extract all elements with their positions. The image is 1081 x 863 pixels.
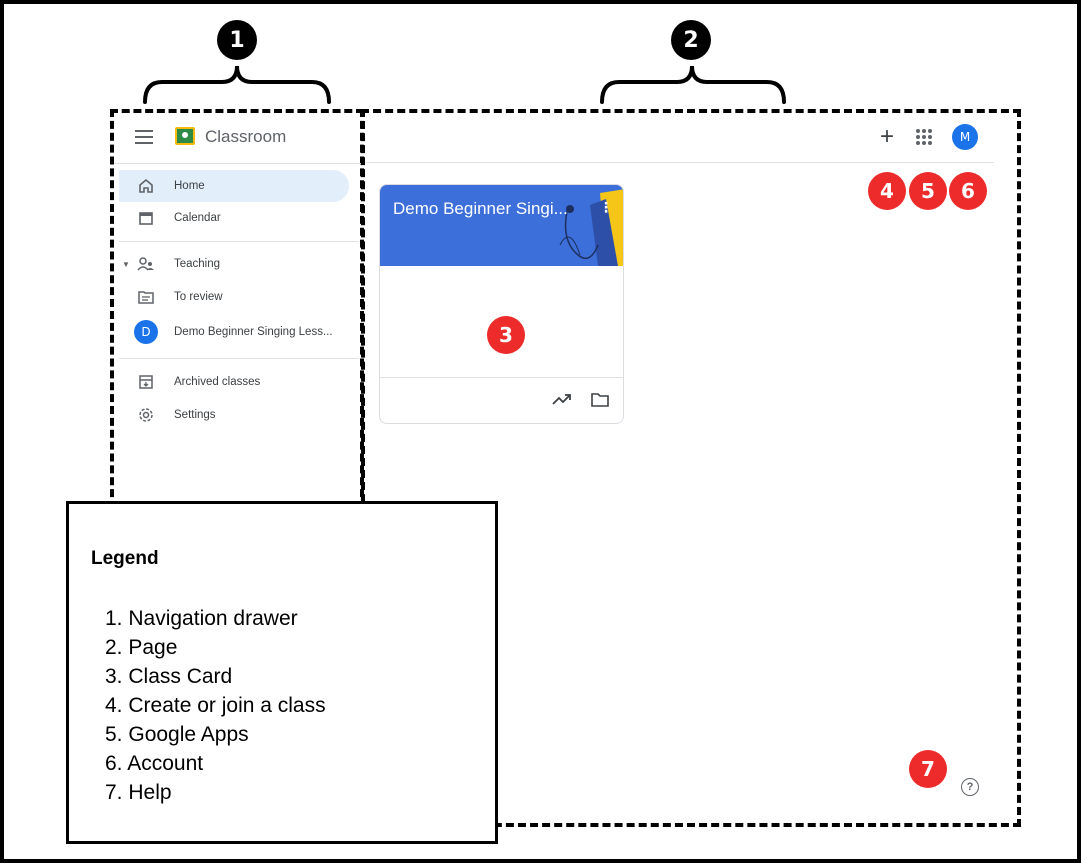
legend-box: Legend 1. Navigation drawer 2. Page 3. C…: [66, 501, 498, 844]
google-apps-icon[interactable]: [916, 129, 932, 145]
account-avatar[interactable]: M: [952, 124, 978, 150]
card-title[interactable]: Demo Beginner Singi...: [393, 199, 573, 219]
legend-item: 6. Account: [105, 752, 204, 775]
legend-title: Legend: [91, 548, 159, 569]
nav-item-class[interactable]: D Demo Beginner Singing Less...: [119, 316, 349, 348]
card-footer-divider: [380, 377, 623, 378]
card-header[interactable]: Demo Beginner Singi... ⋮: [380, 185, 623, 266]
nav-item-home[interactable]: Home: [119, 170, 349, 202]
nav-item-archived[interactable]: Archived classes: [119, 366, 349, 398]
legend-item: 5. Google Apps: [105, 723, 249, 746]
trending-icon[interactable]: [552, 392, 572, 406]
card-illustration: [559, 189, 623, 266]
caret-down-icon[interactable]: ▼: [122, 260, 130, 269]
badge-3: 3: [487, 316, 525, 354]
archive-icon: [137, 373, 155, 391]
menu-icon[interactable]: [135, 130, 153, 144]
badge-2: 2: [671, 20, 711, 60]
badge-6: 6: [949, 172, 987, 210]
drawer-divider: [119, 241, 359, 242]
legend-item: 3. Class Card: [105, 665, 233, 688]
card-more-icon[interactable]: ⋮: [599, 199, 613, 216]
diagram-frame: 1 2 Classroom Home Calendar ▼ Teaching T…: [0, 0, 1081, 863]
legend-item: 4. Create or join a class: [105, 694, 326, 717]
drawer-header: Classroom: [115, 114, 361, 164]
nav-item-settings[interactable]: Settings: [119, 399, 349, 431]
legend-item: 7. Help: [105, 781, 172, 804]
drawer-divider: [119, 358, 359, 359]
legend-item: 1. Navigation drawer: [105, 607, 298, 630]
nav-item-to-review[interactable]: To review: [119, 281, 349, 313]
classroom-logo-icon: [175, 127, 195, 145]
nav-item-teaching[interactable]: ▼ Teaching: [119, 248, 349, 280]
create-class-icon[interactable]: +: [876, 125, 898, 149]
badge-4: 4: [868, 172, 906, 210]
badge-5: 5: [909, 172, 947, 210]
badge-1: 1: [217, 20, 257, 60]
drawer-brace: [143, 65, 331, 104]
nav-label: Demo Beginner Singing Less...: [174, 326, 333, 338]
nav-label: Archived classes: [174, 376, 261, 388]
nav-item-calendar[interactable]: Calendar: [119, 202, 349, 234]
class-avatar: D: [134, 320, 158, 344]
page-brace: [600, 65, 786, 104]
nav-label: Settings: [174, 409, 216, 421]
help-icon[interactable]: ?: [961, 778, 979, 796]
class-avatar-letter: D: [134, 320, 158, 344]
nav-label: Home: [174, 180, 205, 192]
review-icon: [137, 288, 155, 306]
folder-icon[interactable]: [591, 392, 609, 407]
legend-list: 1. Navigation drawer 2. Page 3. Class Ca…: [105, 604, 326, 807]
nav-label: Calendar: [174, 212, 221, 224]
nav-label: To review: [174, 291, 223, 303]
navigation-drawer: Classroom Home Calendar ▼ Teaching To re…: [115, 114, 361, 509]
teaching-icon: [137, 255, 155, 273]
nav-label: Teaching: [174, 258, 221, 270]
class-card[interactable]: Demo Beginner Singi... ⋮: [379, 184, 624, 424]
home-icon: [137, 177, 155, 195]
legend-item: 2. Page: [105, 636, 178, 659]
topbar-divider: [366, 162, 994, 163]
badge-7: 7: [909, 750, 947, 788]
calendar-icon: [137, 209, 155, 227]
app-name: Classroom: [205, 127, 287, 146]
settings-icon: [137, 406, 155, 424]
